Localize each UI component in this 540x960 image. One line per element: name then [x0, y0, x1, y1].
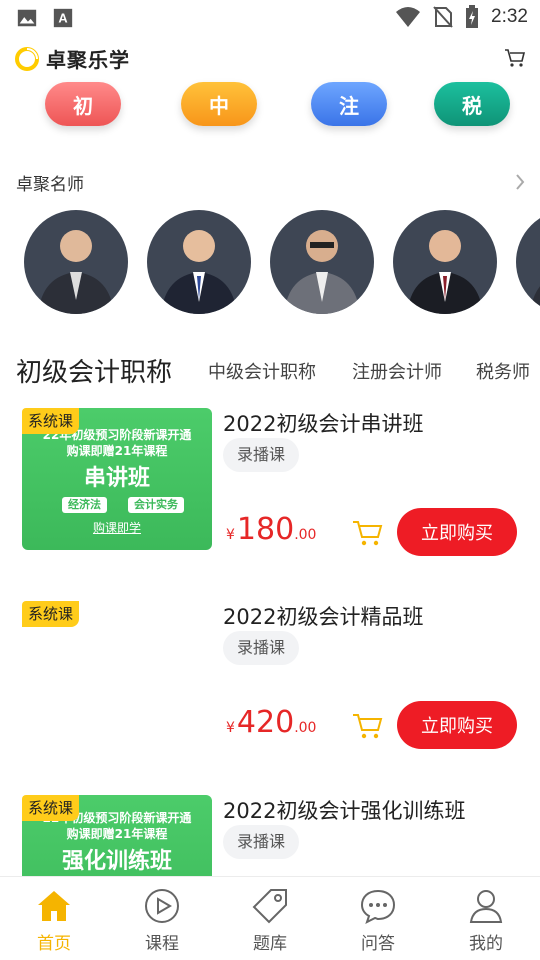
- teacher-portrait-icon: [284, 230, 360, 314]
- thumb-link: 购课即学: [92, 521, 141, 535]
- nav-label: 问答: [361, 934, 395, 954]
- app-header: 卓聚乐学: [0, 40, 540, 76]
- teacher-portrait-icon: [530, 286, 540, 314]
- play-icon: [145, 889, 179, 923]
- nav-home[interactable]: 首页: [14, 887, 94, 954]
- course-price: ¥ 420 .00: [226, 705, 316, 740]
- price-symbol: ¥: [226, 527, 235, 543]
- user-icon: [469, 890, 503, 923]
- thumb-chip: 会计实务: [128, 497, 184, 513]
- clock: 2:32: [491, 6, 528, 27]
- nav-courses[interactable]: 课程: [122, 887, 202, 954]
- nav-label: 课程: [145, 934, 179, 954]
- thumb-subline: 购课即赠21年课程: [66, 444, 168, 458]
- course-badge: 系统课: [22, 601, 80, 627]
- battery-icon: [466, 5, 479, 28]
- teachers-title: 卓聚名师: [16, 175, 84, 195]
- svg-text:A: A: [58, 11, 67, 26]
- course-badge: 系统课: [22, 408, 80, 434]
- status-bar: A 2:32: [0, 0, 540, 36]
- image-notification-icon: [17, 9, 37, 27]
- tab-cpa[interactable]: 注册会计师: [352, 358, 442, 384]
- tab-zhongji[interactable]: 中级会计职称: [208, 358, 316, 384]
- teacher-avatar[interactable]: [393, 210, 497, 314]
- category-shui[interactable]: 税: [434, 82, 510, 126]
- buy-now-button[interactable]: 立即购买: [397, 701, 517, 749]
- category-row: 初 中 注 税: [0, 80, 540, 130]
- nav-qa[interactable]: 问答: [338, 887, 418, 954]
- teacher-portrait-icon: [407, 230, 483, 314]
- course-card[interactable]: 22年初级预习阶段新课开通 购课即赠21年课程 强化训练班 系统课 2022初级…: [0, 795, 540, 876]
- course-type-tag: 录播课: [223, 438, 300, 472]
- price-symbol: ¥: [226, 720, 235, 736]
- category-chu[interactable]: 初: [45, 82, 121, 126]
- course-card[interactable]: 22年初级预习阶段新课开通 购课即赠21年课程 串讲班 经济法 会计实务 购课即…: [0, 408, 540, 568]
- font-notification-icon: A: [53, 8, 73, 28]
- chat-icon: [360, 889, 396, 924]
- tab-tax[interactable]: 税务师: [476, 358, 530, 384]
- teacher-portrait-icon: [38, 230, 114, 314]
- wifi-icon: [396, 7, 421, 27]
- price-integer: 420: [236, 705, 295, 740]
- exam-tabs: 初级会计职称 中级会计职称 注册会计师 税务师: [0, 350, 540, 390]
- thumb-chip: 经济法: [62, 497, 107, 513]
- teacher-avatar[interactable]: [147, 210, 251, 314]
- nav-label: 首页: [37, 934, 71, 954]
- course-type-tag: 录播课: [223, 825, 300, 859]
- add-to-cart-icon[interactable]: [352, 519, 384, 547]
- thumb-title: 串讲班: [83, 466, 150, 491]
- home-icon: [38, 891, 70, 921]
- course-title[interactable]: 2022初级会计串讲班: [223, 408, 423, 438]
- course-price: ¥ 180 .00: [226, 512, 316, 547]
- nav-mine[interactable]: 我的: [446, 887, 526, 954]
- teacher-portrait-icon: [161, 230, 237, 314]
- nav-label: 题库: [253, 934, 287, 954]
- teacher-carousel[interactable]: [0, 210, 540, 314]
- app-logo[interactable]: 卓聚乐学: [14, 44, 130, 73]
- category-zhu[interactable]: 注: [311, 82, 387, 126]
- teacher-avatar[interactable]: [270, 210, 374, 314]
- teacher-avatar[interactable]: [24, 210, 128, 314]
- course-badge: 系统课: [22, 795, 80, 821]
- nav-label: 我的: [469, 934, 503, 954]
- logo-ring-icon: [15, 46, 39, 71]
- teacher-avatar[interactable]: [516, 210, 540, 314]
- app-name: 卓聚乐学: [46, 48, 130, 72]
- thumb-title: 强化训练班: [61, 849, 172, 874]
- add-to-cart-icon[interactable]: [352, 712, 384, 740]
- teachers-header[interactable]: 卓聚名师: [16, 170, 526, 196]
- category-zhong[interactable]: 中: [181, 82, 257, 126]
- cart-icon[interactable]: [504, 48, 526, 68]
- tab-chuji[interactable]: 初级会计职称: [16, 352, 172, 389]
- nav-question-bank[interactable]: 题库: [230, 887, 310, 954]
- course-title[interactable]: 2022初级会计强化训练班: [223, 795, 465, 825]
- price-decimal: .00: [294, 720, 317, 736]
- tag-icon: [252, 889, 287, 924]
- no-sim-icon: [433, 6, 453, 28]
- chevron-right-icon[interactable]: [514, 172, 526, 192]
- course-card[interactable]: 系统课 2022初级会计精品班 录播课 ¥ 420 .00 立即购买: [0, 601, 540, 761]
- course-type-tag: 录播课: [223, 631, 300, 665]
- buy-now-button[interactable]: 立即购买: [397, 508, 517, 556]
- thumb-subline: 购课即赠21年课程: [66, 827, 168, 841]
- price-decimal: .00: [294, 527, 317, 543]
- price-integer: 180: [236, 512, 295, 547]
- bottom-nav: 首页 课程 题库 问答 我的: [0, 876, 540, 960]
- course-title[interactable]: 2022初级会计精品班: [223, 601, 423, 631]
